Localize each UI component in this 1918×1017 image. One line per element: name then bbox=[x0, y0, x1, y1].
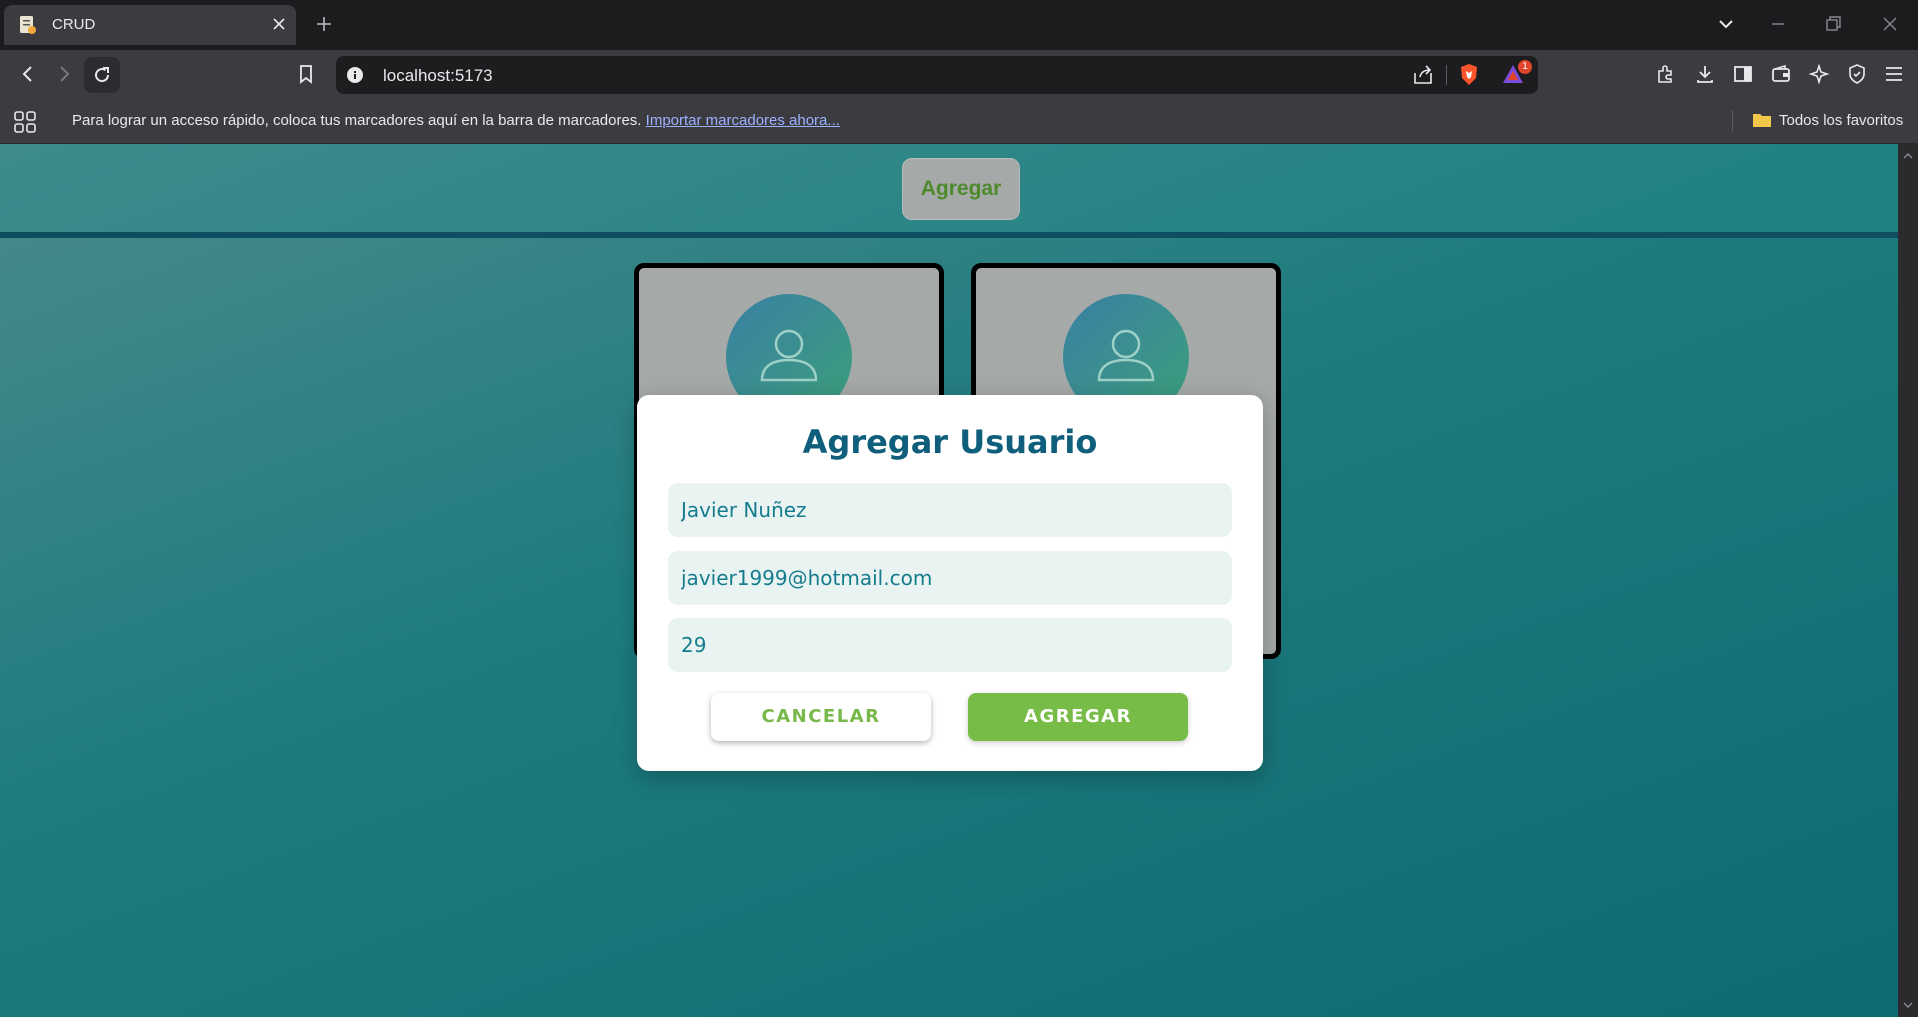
folder-icon[interactable] bbox=[1752, 111, 1772, 129]
download-icon[interactable] bbox=[1694, 63, 1716, 85]
scrollbar[interactable] bbox=[1898, 144, 1918, 1017]
bookmarks-bar: Para lograr un acceso rápido, coloca tus… bbox=[0, 100, 1918, 144]
document-icon bbox=[19, 15, 37, 35]
vpn-shield-icon[interactable] bbox=[1846, 63, 1868, 85]
info-icon[interactable] bbox=[346, 66, 364, 84]
apps-grid-icon[interactable] bbox=[13, 110, 37, 134]
divider bbox=[1732, 110, 1733, 132]
all-favorites[interactable]: Todos los favoritos bbox=[1779, 112, 1903, 129]
email-field[interactable] bbox=[668, 551, 1232, 605]
back-icon[interactable] bbox=[17, 63, 39, 85]
wallet-icon[interactable] bbox=[1770, 63, 1792, 85]
header-divider bbox=[0, 232, 1898, 238]
app-page: Agregar Agregar Usuario CANCELAR AGREGAR bbox=[0, 144, 1898, 1017]
scroll-down-icon[interactable] bbox=[1898, 995, 1918, 1015]
browser-tab[interactable]: CRUD bbox=[4, 5, 296, 45]
user-icon bbox=[1097, 329, 1155, 382]
url-text[interactable]: localhost:5173 bbox=[383, 66, 493, 86]
share-icon[interactable] bbox=[1412, 65, 1434, 85]
user-icon bbox=[760, 329, 818, 382]
rewards-badge: 1 bbox=[1518, 60, 1532, 74]
name-field[interactable] bbox=[668, 483, 1232, 537]
brave-shields-icon[interactable] bbox=[1459, 63, 1479, 86]
bookmarks-hint: Para lograr un acceso rápido, coloca tus… bbox=[72, 112, 840, 129]
restore-icon[interactable] bbox=[1823, 14, 1843, 34]
bookmark-icon[interactable] bbox=[296, 63, 316, 85]
new-tab-icon[interactable] bbox=[314, 14, 334, 34]
leo-ai-icon[interactable] bbox=[1808, 63, 1830, 85]
forward-icon[interactable] bbox=[53, 63, 75, 85]
close-icon[interactable] bbox=[272, 17, 286, 31]
menu-icon[interactable] bbox=[1883, 63, 1905, 85]
scroll-up-icon[interactable] bbox=[1898, 146, 1918, 166]
add-user-modal: Agregar Usuario CANCELAR AGREGAR bbox=[637, 395, 1263, 771]
reload-icon bbox=[95, 67, 110, 83]
cancel-button[interactable]: CANCELAR bbox=[711, 693, 931, 741]
bookmarks-hint-text: Para lograr un acceso rápido, coloca tus… bbox=[72, 112, 642, 129]
window-close-icon[interactable] bbox=[1880, 14, 1900, 34]
add-user-button[interactable]: Agregar bbox=[902, 158, 1020, 220]
browser-tab-strip: CRUD bbox=[0, 0, 1918, 50]
modal-title: Agregar Usuario bbox=[802, 423, 1098, 461]
extensions-icon[interactable] bbox=[1655, 63, 1677, 85]
tab-title: CRUD bbox=[52, 16, 96, 33]
submit-add-button[interactable]: AGREGAR bbox=[968, 693, 1188, 741]
import-bookmarks-link[interactable]: Importar marcadores ahora... bbox=[646, 112, 840, 129]
reload-button[interactable] bbox=[84, 57, 120, 93]
divider bbox=[1446, 65, 1447, 85]
browser-navbar: localhost:5173 1 bbox=[0, 50, 1918, 100]
address-bar[interactable]: localhost:5173 1 bbox=[336, 56, 1538, 94]
sidebar-icon[interactable] bbox=[1732, 63, 1754, 85]
chevron-down-icon[interactable] bbox=[1716, 14, 1736, 34]
age-field[interactable] bbox=[668, 618, 1232, 672]
minimize-icon[interactable] bbox=[1768, 14, 1788, 34]
